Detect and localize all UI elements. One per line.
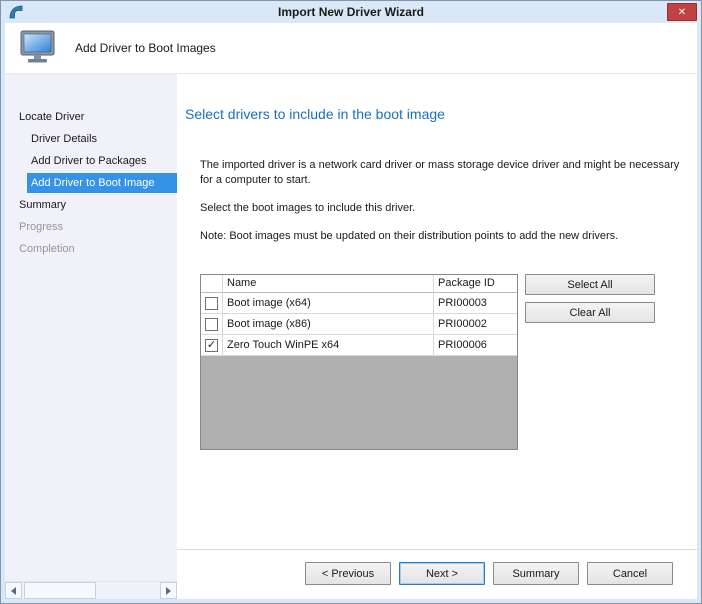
horizontal-scrollbar[interactable] [5, 581, 177, 599]
checkbox-cell [201, 293, 223, 313]
sidebar-item-locate-driver[interactable]: Locate Driver [5, 106, 177, 128]
cell-package-id: PRI00003 [434, 293, 517, 313]
sidebar-item-driver-details[interactable]: Driver Details [5, 128, 177, 150]
cancel-button[interactable]: Cancel [587, 562, 673, 585]
wizard-footer: < Previous Next > Summary Cancel [177, 549, 697, 599]
cell-package-id: PRI00002 [434, 314, 517, 334]
sidebar-item-summary[interactable]: Summary [5, 194, 177, 216]
wizard-main-pane: Select drivers to include in the boot im… [177, 74, 697, 599]
scroll-right-button[interactable] [160, 582, 177, 599]
description-text: The imported driver is a network card dr… [200, 158, 681, 188]
scrollbar-track[interactable] [22, 582, 160, 599]
wizard-body: Locate Driver Driver Details Add Driver … [5, 74, 697, 599]
wizard-steps-sidebar: Locate Driver Driver Details Add Driver … [5, 74, 177, 599]
summary-button[interactable]: Summary [493, 562, 579, 585]
page-title: Select drivers to include in the boot im… [185, 106, 681, 122]
page-header-title: Add Driver to Boot Images [75, 41, 216, 55]
table-row-boot-image-x64[interactable]: Boot image (x64) PRI00003 [201, 293, 517, 314]
page-content: Select drivers to include in the boot im… [177, 74, 697, 549]
sidebar-item-add-driver-to-boot-image[interactable]: Add Driver to Boot Image [27, 173, 177, 193]
close-icon: ✕ [678, 7, 686, 18]
titlebar: Import New Driver Wizard ✕ [5, 1, 697, 23]
sidebar-item-progress: Progress [5, 216, 177, 238]
note-text: Note: Boot images must be updated on the… [200, 229, 681, 244]
checkbox-cell: ✓ [201, 335, 223, 355]
table-empty-area [201, 356, 517, 449]
wizard-app-icon [8, 4, 24, 20]
page-body: The imported driver is a network card dr… [200, 158, 681, 450]
boot-image-selection-area: Name Package ID Boot image (x64) PRI0000… [200, 274, 681, 450]
sidebar-item-completion: Completion [5, 238, 177, 260]
checkbox-boot-image-x64[interactable] [205, 297, 218, 310]
checkbox-zero-touch-winpe-x64[interactable]: ✓ [205, 339, 218, 352]
triangle-left-icon [11, 587, 16, 595]
triangle-right-icon [166, 587, 171, 595]
boot-images-table[interactable]: Name Package ID Boot image (x64) PRI0000… [200, 274, 518, 450]
import-new-driver-wizard-window: Import New Driver Wizard ✕ Add Driver to… [0, 0, 702, 604]
table-row-zero-touch-winpe-x64[interactable]: ✓ Zero Touch WinPE x64 PRI00006 [201, 335, 517, 356]
instruction-text: Select the boot images to include this d… [200, 201, 681, 216]
checkbox-cell [201, 314, 223, 334]
cell-name: Boot image (x86) [223, 314, 434, 334]
clear-all-button[interactable]: Clear All [525, 302, 655, 323]
cell-name: Zero Touch WinPE x64 [223, 335, 434, 355]
scrollbar-thumb[interactable] [24, 582, 96, 599]
close-button[interactable]: ✕ [667, 3, 697, 21]
column-header-package-id[interactable]: Package ID [434, 275, 517, 292]
window-title: Import New Driver Wizard [278, 5, 424, 19]
select-all-button[interactable]: Select All [525, 274, 655, 295]
column-header-checkbox [201, 275, 223, 292]
wizard-page-header: Add Driver to Boot Images [5, 23, 697, 74]
column-header-name[interactable]: Name [223, 275, 434, 292]
table-side-buttons: Select All Clear All [525, 274, 655, 330]
wizard-steps-list: Locate Driver Driver Details Add Driver … [5, 74, 177, 581]
checkbox-boot-image-x86[interactable] [205, 318, 218, 331]
computer-icon [17, 29, 59, 67]
table-row-boot-image-x86[interactable]: Boot image (x86) PRI00002 [201, 314, 517, 335]
next-button[interactable]: Next > [399, 562, 485, 585]
scroll-left-button[interactable] [5, 582, 22, 599]
previous-button[interactable]: < Previous [305, 562, 391, 585]
cell-package-id: PRI00006 [434, 335, 517, 355]
cell-name: Boot image (x64) [223, 293, 434, 313]
table-header-row: Name Package ID [201, 275, 517, 293]
sidebar-item-add-driver-to-packages[interactable]: Add Driver to Packages [5, 150, 177, 172]
